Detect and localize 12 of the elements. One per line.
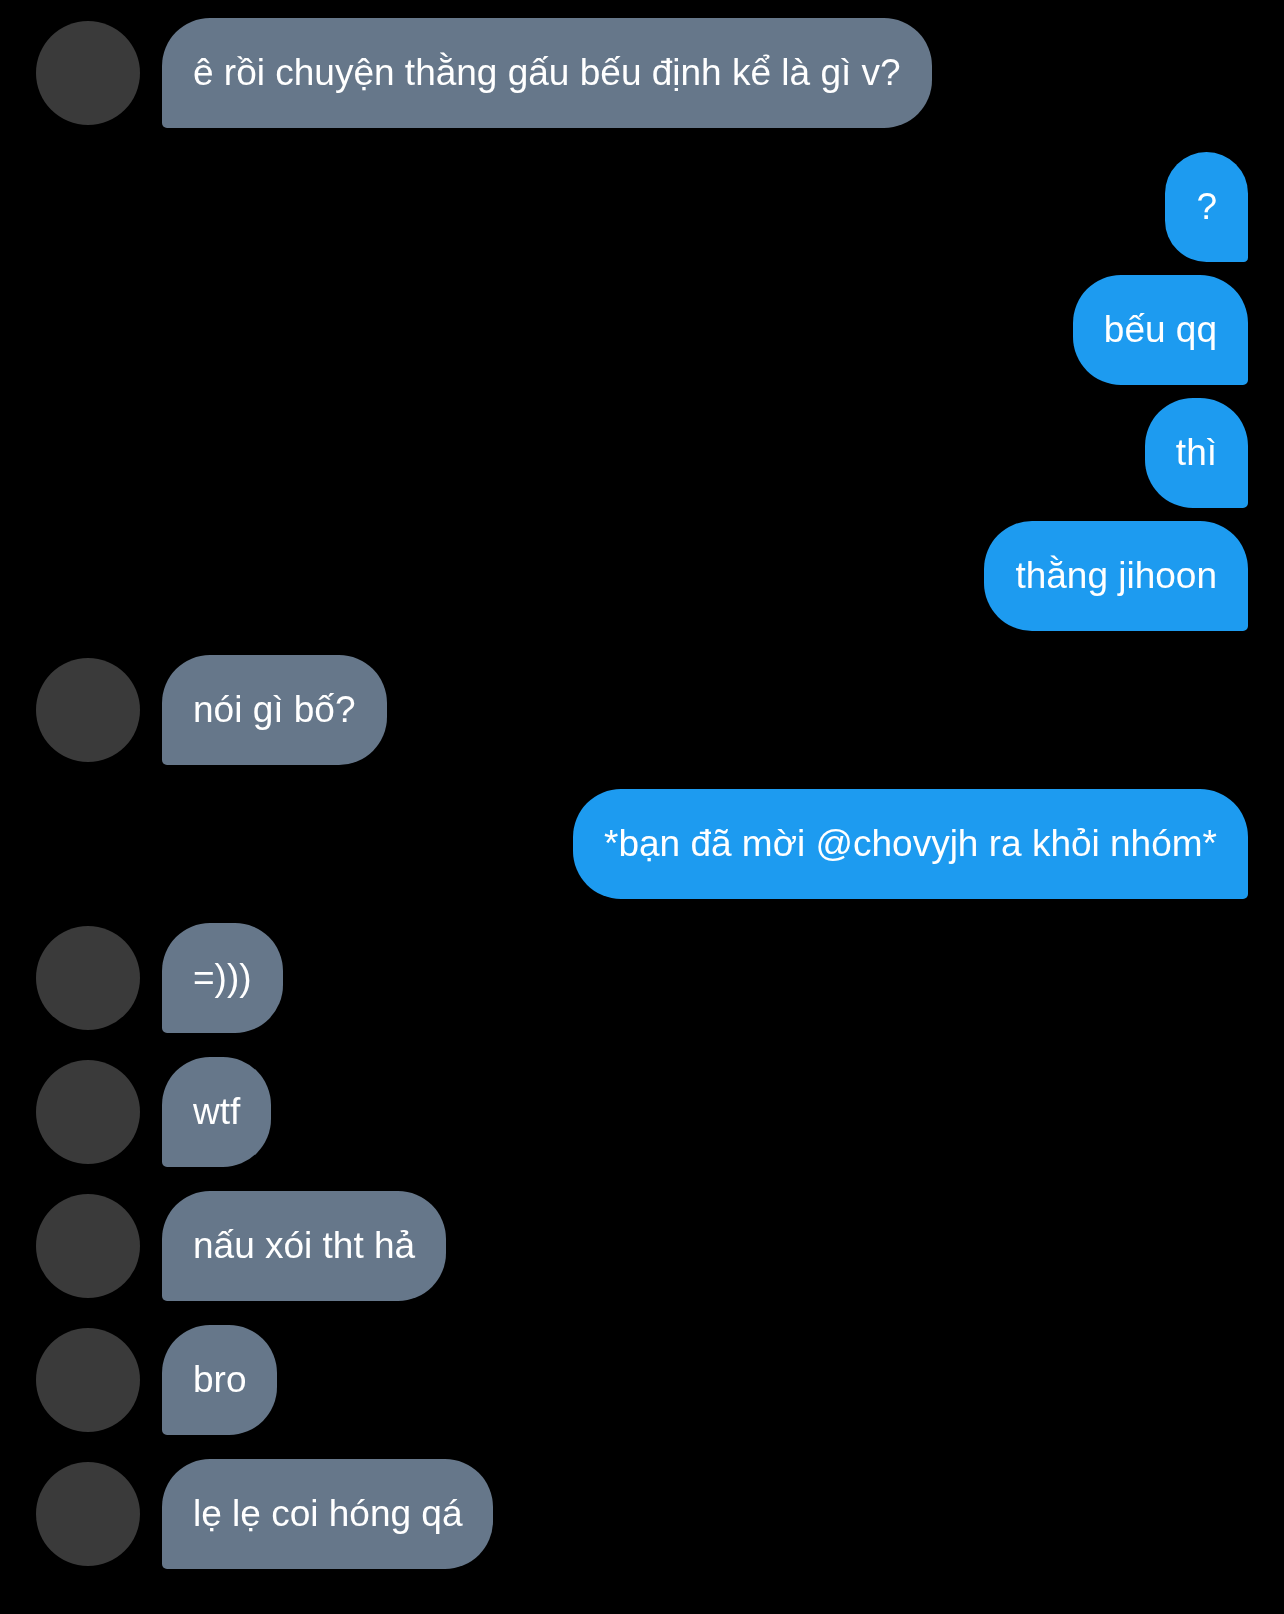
message-bubble: thằng jihoon [984,521,1248,631]
message-bubble: *bạn đã mời @chovyjh ra khỏi nhóm* [573,789,1248,899]
message-bubble: lẹ lẹ coi hóng qá [162,1459,494,1569]
message-bubble: ê rồi chuyện thằng gấu bếu định kể là gì v? [162,18,932,128]
message-bubble: wtf [162,1057,272,1167]
message-bubble: thì [1144,398,1248,508]
message-bubble: bếu qq [1072,275,1248,385]
message-bubble: nói gì bố? [162,655,387,765]
message-bubble: nấu xói tht hả [162,1191,447,1301]
message-bubble: ? [1165,152,1248,262]
message-bubble: bro [162,1325,278,1435]
message-bubble: =))) [162,923,283,1033]
